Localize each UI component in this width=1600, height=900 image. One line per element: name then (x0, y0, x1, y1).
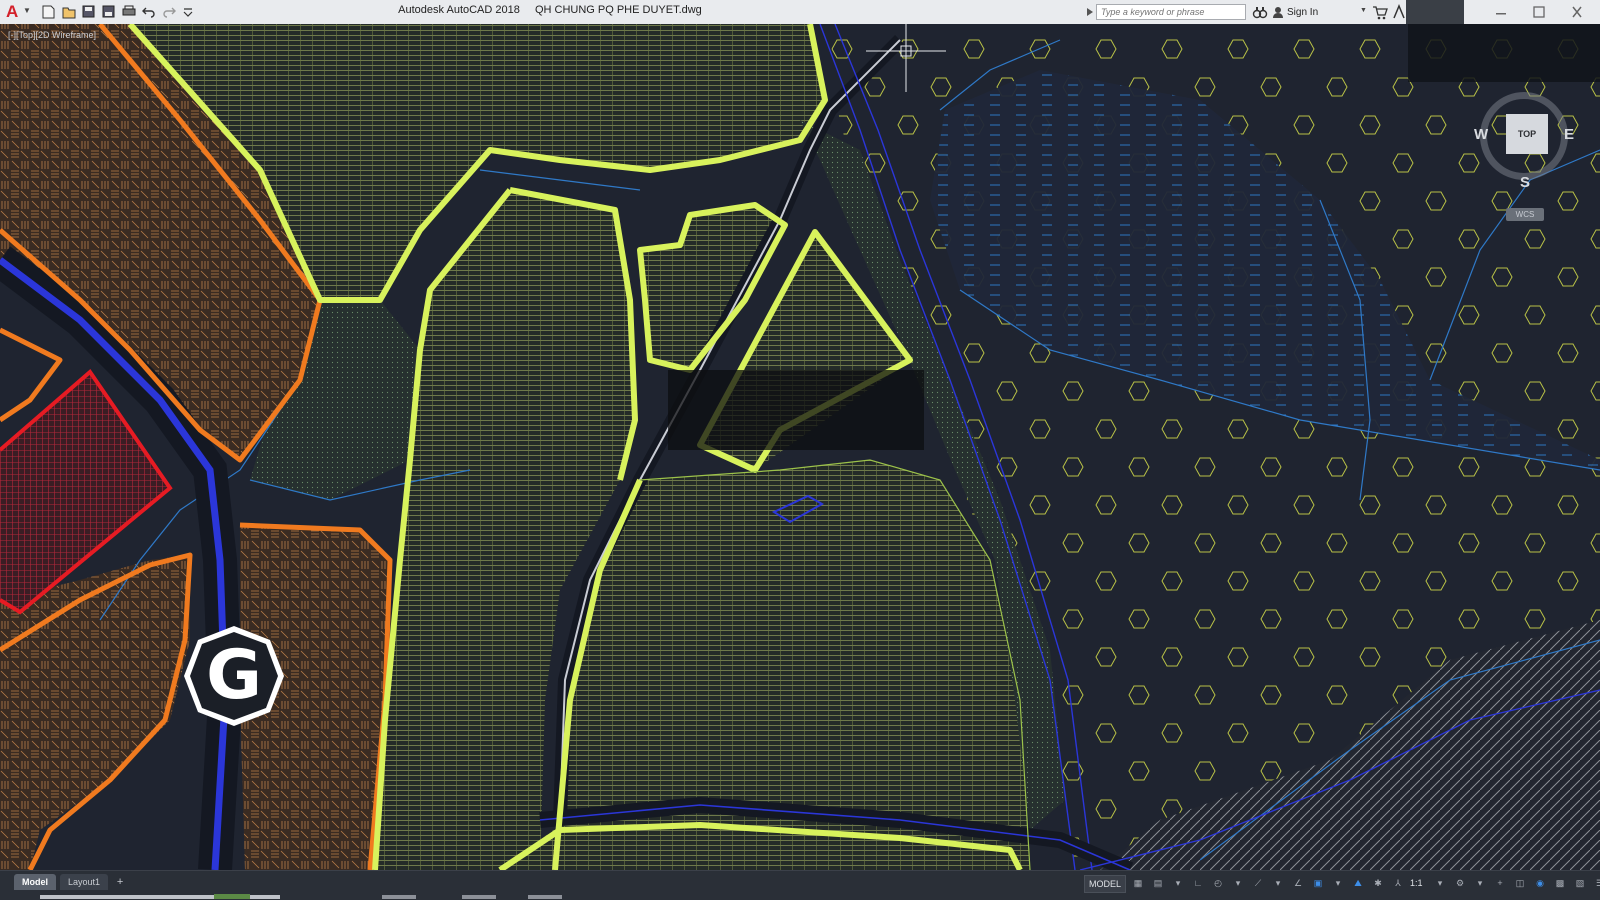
viewcube-top-face[interactable]: TOP (1506, 114, 1548, 154)
autocad-window: A ▼ Autodesk AutoCAD 2018 QH CHUNG PQ PH… (0, 0, 1600, 900)
window-title: Autodesk AutoCAD 2018 QH CHUNG PQ PHE DU… (0, 4, 1100, 16)
drawing-area[interactable]: [-][Top][2D Wireframe] TOP W E S WCS G (0, 24, 1600, 870)
drawing-canvas[interactable] (0, 24, 1600, 870)
tab-layout1[interactable]: Layout1 (60, 874, 109, 890)
add-layout-button[interactable]: + (112, 874, 128, 890)
grid-marker-letter: G (206, 636, 262, 715)
snap-mode-icon[interactable]: ▤ (1150, 875, 1166, 891)
viewport-controls-label[interactable]: [-][Top][2D Wireframe] (8, 30, 96, 40)
chevron-down-icon[interactable]: ▾ (1170, 875, 1186, 891)
viewcube[interactable]: TOP W E S (1474, 86, 1578, 191)
search-input[interactable] (1096, 4, 1246, 20)
workspace-switching-icon[interactable]: ⚙ (1452, 875, 1468, 891)
sign-in-button[interactable]: Sign In (1272, 4, 1318, 20)
close-icon[interactable] (1566, 4, 1588, 20)
taskbar-indicator (528, 895, 562, 899)
play-arrow-icon[interactable] (1086, 5, 1094, 19)
viewcube-south[interactable]: S (1520, 174, 1530, 191)
annotation-scale-icon[interactable]: ⅄ (1390, 875, 1406, 891)
chevron-down-icon[interactable]: ▼ (1360, 7, 1367, 14)
model-space-button[interactable]: MODEL (1084, 875, 1127, 893)
viewcube-east[interactable]: E (1564, 126, 1574, 143)
clean-screen-icon[interactable]: ▧ (1572, 875, 1588, 891)
binoculars-icon[interactable] (1252, 4, 1268, 20)
file-name: QH CHUNG PQ PHE DUYET.dwg (534, 4, 702, 16)
isolate-objects-icon[interactable]: ◉ (1532, 875, 1548, 891)
app-name: Autodesk AutoCAD 2018 (398, 4, 520, 16)
customization-icon[interactable]: ☰ (1592, 875, 1600, 891)
status-bar: Model Layout1 + MODEL ▦ ▤ ▾ ∟ ◴ ▾ ⟋ ▾ ∠ … (0, 870, 1600, 900)
autodesk-app-store-icon[interactable] (1392, 4, 1406, 20)
viewcube-west[interactable]: W (1474, 126, 1488, 143)
title-bar: A ▼ Autodesk AutoCAD 2018 QH CHUNG PQ PH… (0, 0, 1600, 25)
maximize-icon[interactable] (1528, 4, 1550, 20)
units-icon[interactable]: ◫ (1512, 875, 1528, 891)
hardware-acceleration-icon[interactable]: ▩ (1552, 875, 1568, 891)
grid-marker: G (182, 624, 286, 728)
object-snap-icon[interactable]: ▣ (1310, 875, 1326, 891)
object-snap-tracking-icon[interactable]: ∠ (1290, 875, 1306, 891)
user-icon (1273, 7, 1283, 18)
status-toolbar: ▦ ▤ ▾ ∟ ◴ ▾ ⟋ ▾ ∠ ▣ ▾ ⛰ ✱ ⅄ 1:1 ▾ ⚙ ▾ + … (1130, 875, 1600, 891)
annotation-visibility-icon[interactable]: ⛰ (1350, 875, 1366, 891)
sign-in-label: Sign In (1287, 6, 1319, 18)
isometric-drafting-icon[interactable]: ⟋ (1250, 875, 1266, 891)
viewport-dark-region (1408, 24, 1600, 82)
chevron-down-icon[interactable]: ▾ (1230, 875, 1246, 891)
help-area[interactable] (1406, 0, 1464, 24)
wcs-menu-button[interactable]: WCS (1506, 208, 1544, 221)
chevron-down-icon[interactable]: ▾ (1472, 875, 1488, 891)
grid-display-icon[interactable]: ▦ (1130, 875, 1146, 891)
ortho-mode-icon[interactable]: ∟ (1190, 875, 1206, 891)
taskbar-indicator (214, 894, 250, 899)
chevron-down-icon[interactable]: ▾ (1432, 875, 1448, 891)
taskbar-indicator (382, 895, 416, 899)
add-icon[interactable]: + (1492, 875, 1508, 891)
chevron-down-icon[interactable]: ▾ (1270, 875, 1286, 891)
polar-tracking-icon[interactable]: ◴ (1210, 875, 1226, 891)
selection-overlay (668, 370, 924, 450)
tab-model[interactable]: Model (14, 874, 56, 890)
annotation-scale-value[interactable]: 1:1 (1410, 878, 1428, 888)
chevron-down-icon[interactable]: ▾ (1330, 875, 1346, 891)
auto-scale-icon[interactable]: ✱ (1370, 875, 1386, 891)
taskbar-indicator (462, 895, 496, 899)
minimize-icon[interactable] (1490, 4, 1512, 20)
layout-tabs: Model Layout1 + (14, 874, 128, 890)
cart-icon[interactable] (1372, 4, 1388, 20)
